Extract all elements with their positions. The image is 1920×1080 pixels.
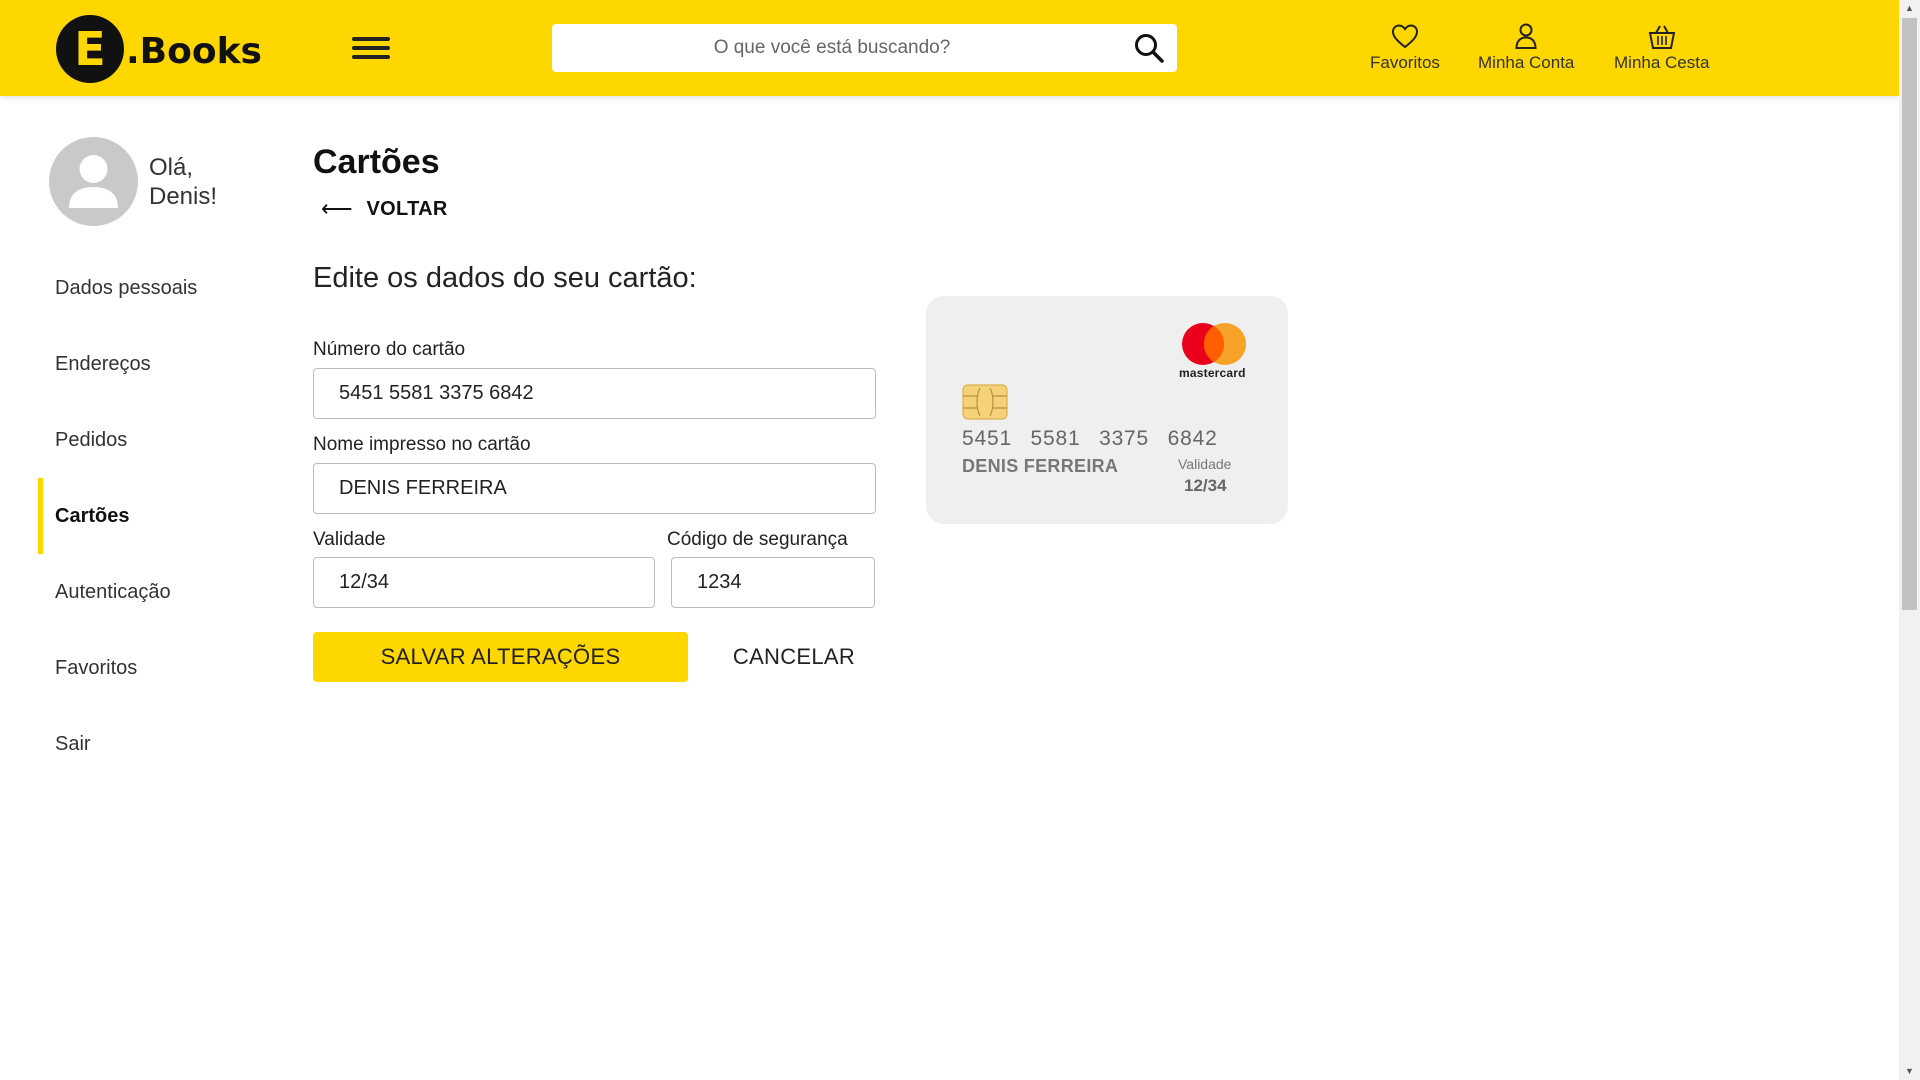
sidebar-item-enderecos[interactable]: Endereços — [38, 326, 258, 402]
sidebar-item-favoritos[interactable]: Favoritos — [38, 630, 258, 706]
form-heading: Edite os dados do seu cartão: — [313, 262, 697, 294]
sidebar-item-sair[interactable]: Sair — [38, 706, 258, 782]
cvv-label: Código de segurança — [667, 529, 848, 550]
sidebar-item-pedidos[interactable]: Pedidos — [38, 402, 258, 478]
card-preview-valid-label: Validade — [1178, 456, 1232, 472]
top-header: E .Books Favoritos Minha Conta — [0, 0, 1899, 96]
user-greeting: Olá, Denis! — [49, 137, 217, 226]
scroll-down-icon[interactable]: ▼ — [1899, 1063, 1920, 1080]
search-input[interactable] — [552, 25, 1112, 71]
avatar-person-icon — [69, 155, 118, 208]
page-scrollbar[interactable]: ▲ ▼ — [1899, 0, 1920, 1080]
basket-link[interactable]: Minha Cesta — [1614, 22, 1709, 73]
basket-icon — [1648, 25, 1675, 49]
greeting-name: Denis! — [149, 182, 218, 210]
ebooks-logo[interactable]: E .Books — [56, 15, 262, 83]
favorites-label: Favoritos — [1370, 53, 1440, 72]
sidebar-item-cartoes[interactable]: Cartões — [38, 478, 258, 554]
logo-badge: E — [56, 15, 124, 83]
card-name-label: Nome impresso no cartão — [313, 434, 531, 455]
card-preview: mastercard 5451 5581 3375 6842 DENIS FER… — [926, 296, 1288, 524]
card-number-label: Número do cartão — [313, 339, 466, 360]
expiry-field[interactable] — [313, 557, 655, 608]
logo-text: .Books — [126, 30, 262, 72]
card-name-field[interactable] — [313, 463, 876, 514]
search-bar — [552, 24, 1177, 72]
cvv-field[interactable] — [671, 557, 875, 608]
favorites-link[interactable]: Favoritos — [1370, 22, 1440, 73]
greeting-text: Olá, Denis! — [149, 153, 217, 211]
account-label: Minha Conta — [1478, 53, 1575, 72]
card-preview-valid-value: 12/34 — [1184, 476, 1227, 495]
back-label: VOLTAR — [366, 197, 448, 220]
account-link[interactable]: Minha Conta — [1478, 22, 1574, 73]
sidebar-item-dados-pessoais[interactable]: Dados pessoais — [38, 250, 258, 326]
card-preview-holder: DENIS FERREIRA — [962, 456, 1119, 476]
expiry-label: Validade — [313, 529, 386, 550]
search-icon[interactable] — [1133, 32, 1165, 64]
heart-icon — [1391, 24, 1418, 49]
arrow-left-icon: ⟵ — [321, 196, 353, 221]
back-link[interactable]: ⟵ VOLTAR — [321, 196, 448, 222]
scroll-up-icon[interactable]: ▲ — [1899, 0, 1920, 17]
scroll-thumb[interactable] — [1902, 18, 1917, 610]
page-title: Cartões — [313, 143, 440, 181]
card-chip-icon — [962, 384, 1008, 420]
card-preview-number: 5451 5581 3375 6842 — [962, 427, 1218, 450]
card-number-field[interactable] — [313, 368, 876, 419]
menu-icon[interactable] — [352, 34, 392, 62]
account-sidebar-nav: Dados pessoais Endereços Pedidos Cartões… — [38, 250, 258, 782]
card-brand: mastercard — [1179, 366, 1246, 380]
user-icon — [1515, 23, 1537, 49]
sidebar-item-autenticacao[interactable]: Autenticação — [38, 554, 258, 630]
cancel-button[interactable]: CANCELAR — [718, 632, 870, 682]
save-changes-button[interactable]: SALVAR ALTERAÇÕES — [313, 632, 688, 682]
avatar — [49, 137, 138, 226]
basket-label: Minha Cesta — [1614, 53, 1710, 72]
greeting-hello: Olá, — [149, 153, 194, 181]
